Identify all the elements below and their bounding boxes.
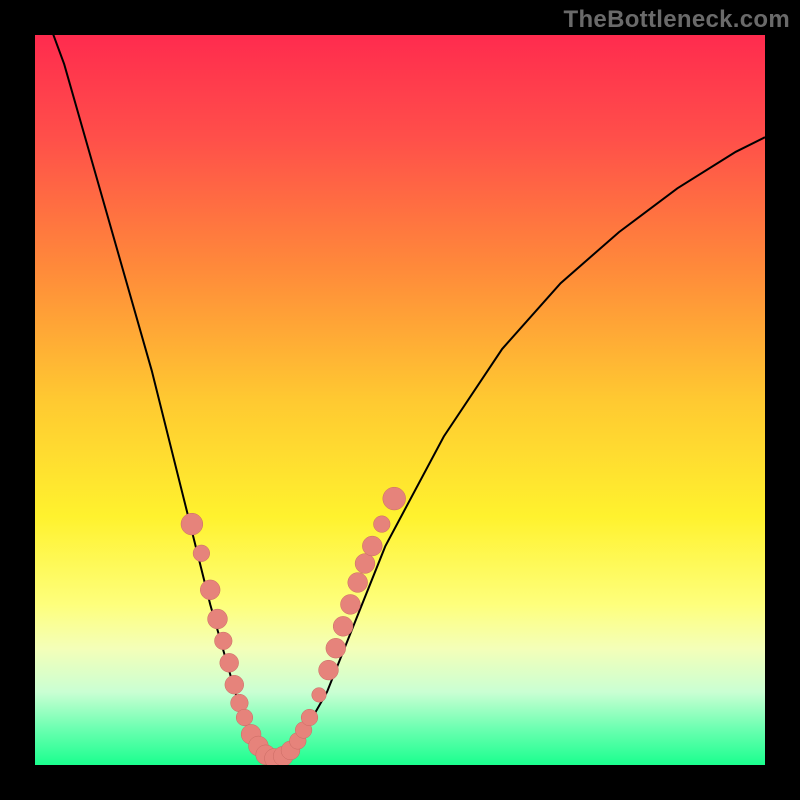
data-marker [355, 554, 375, 574]
data-marker [312, 688, 327, 703]
data-marker [301, 709, 318, 726]
data-marker [200, 580, 220, 600]
data-marker [193, 545, 210, 562]
data-marker [374, 516, 391, 533]
marker-group [181, 487, 406, 765]
bottleneck-curve [35, 35, 765, 758]
chart-frame: TheBottleneck.com [0, 0, 800, 800]
data-marker [225, 675, 244, 694]
data-marker [215, 632, 233, 650]
bottleneck-curve-path [35, 35, 765, 758]
data-marker [319, 660, 339, 680]
data-marker [333, 616, 353, 636]
data-marker [181, 513, 203, 535]
data-marker [383, 487, 406, 510]
data-marker [236, 709, 253, 726]
plot-area [35, 35, 765, 765]
data-marker [326, 638, 346, 658]
watermark-text: TheBottleneck.com [564, 6, 790, 34]
data-marker [348, 573, 368, 593]
chart-svg [35, 35, 765, 765]
data-marker [220, 653, 239, 672]
data-marker [341, 595, 361, 615]
data-marker [208, 609, 228, 629]
data-marker [362, 536, 382, 556]
